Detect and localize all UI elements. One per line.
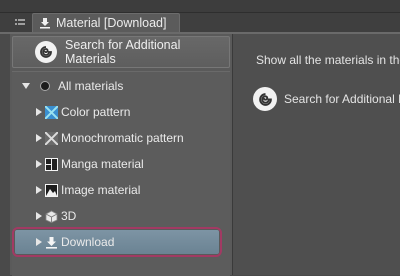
tree-item-all-materials[interactable]: All materials	[22, 76, 123, 96]
tree-item-download[interactable]: Download	[36, 232, 114, 252]
tree-item-label: Image material	[61, 183, 141, 197]
top-bar	[0, 0, 400, 13]
collapse-arrow-icon[interactable]	[36, 134, 42, 142]
search-additional-materials-button[interactable]: Search for Additional Materials	[12, 36, 230, 68]
clip-studio-icon	[253, 87, 277, 111]
tree-item-label: All materials	[58, 79, 124, 93]
tree-item-label: Monochromatic pattern	[61, 131, 184, 145]
tree-item-label: Color pattern	[61, 105, 131, 119]
tree-item-label: Manga material	[61, 157, 144, 171]
download-icon	[40, 18, 50, 29]
tab-material-download[interactable]: Material [Download]	[32, 13, 180, 32]
tree-item-image-material[interactable]: Image material	[36, 180, 140, 200]
expand-arrow-icon[interactable]	[22, 83, 30, 89]
collapse-arrow-icon[interactable]	[36, 238, 42, 246]
collapse-arrow-icon[interactable]	[36, 186, 42, 194]
panel-menu-icon[interactable]	[10, 13, 30, 33]
collapse-arrow-icon[interactable]	[36, 160, 42, 168]
tree-item-3d[interactable]: 3D	[36, 206, 76, 226]
materials-description: Show all the materials in the	[256, 53, 400, 67]
3d-icon	[45, 210, 58, 223]
tab-title: Material [Download]	[56, 16, 167, 30]
collapse-arrow-icon[interactable]	[36, 212, 42, 220]
tree-item-label: Download	[61, 235, 115, 249]
search-additional-materials-link[interactable]: Search for Additional M	[253, 87, 400, 111]
search-button-label: Search for Additional Materials	[65, 38, 181, 66]
download-icon	[46, 236, 57, 249]
dot-icon	[40, 81, 50, 91]
collapse-arrow-icon[interactable]	[36, 108, 42, 116]
tree-item-label: 3D	[61, 209, 77, 223]
right-pane	[233, 34, 400, 275]
tree-item-monochromatic-pattern[interactable]: Monochromatic pattern	[36, 128, 184, 148]
tree-item-manga-material[interactable]: Manga material	[36, 154, 144, 174]
clip-studio-icon	[35, 41, 57, 63]
manga-material-icon	[45, 157, 58, 171]
monochromatic-pattern-icon	[45, 131, 58, 145]
tree-item-color-pattern[interactable]: Color pattern	[36, 102, 130, 122]
image-material-icon	[45, 183, 58, 197]
search-link-label: Search for Additional M	[284, 92, 400, 106]
color-pattern-icon	[45, 105, 58, 119]
